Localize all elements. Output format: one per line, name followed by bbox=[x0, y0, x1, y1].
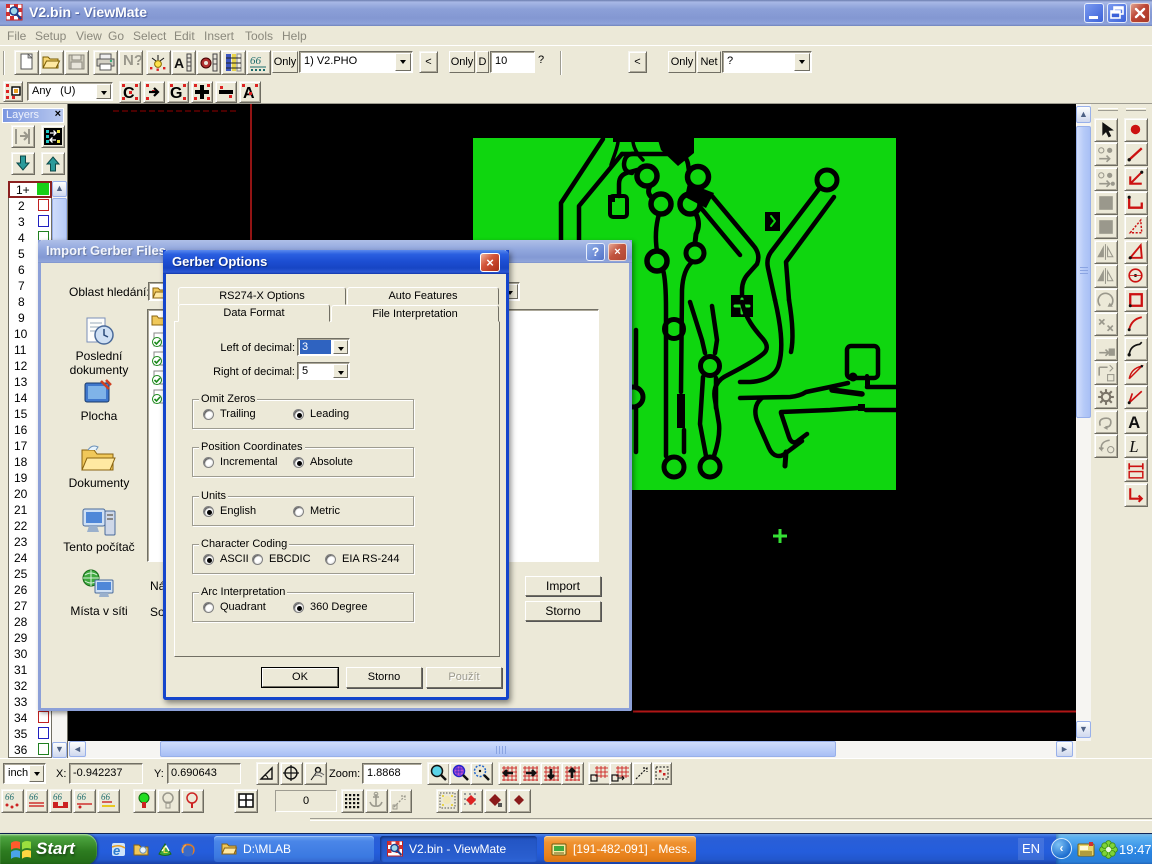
svg-text:L: L bbox=[163, 846, 168, 855]
svg-text:66: 66 bbox=[29, 792, 39, 802]
svg-text:A: A bbox=[1128, 413, 1140, 432]
svg-text:G: G bbox=[170, 85, 182, 102]
svg-text:66: 66 bbox=[53, 792, 63, 802]
svg-text:66: 66 bbox=[250, 55, 262, 67]
svg-text:66: 66 bbox=[5, 792, 15, 802]
svg-text:66: 66 bbox=[101, 792, 111, 802]
svg-text:L: L bbox=[1128, 437, 1138, 456]
svg-text:66: 66 bbox=[77, 792, 87, 802]
svg-text:A: A bbox=[174, 55, 184, 71]
